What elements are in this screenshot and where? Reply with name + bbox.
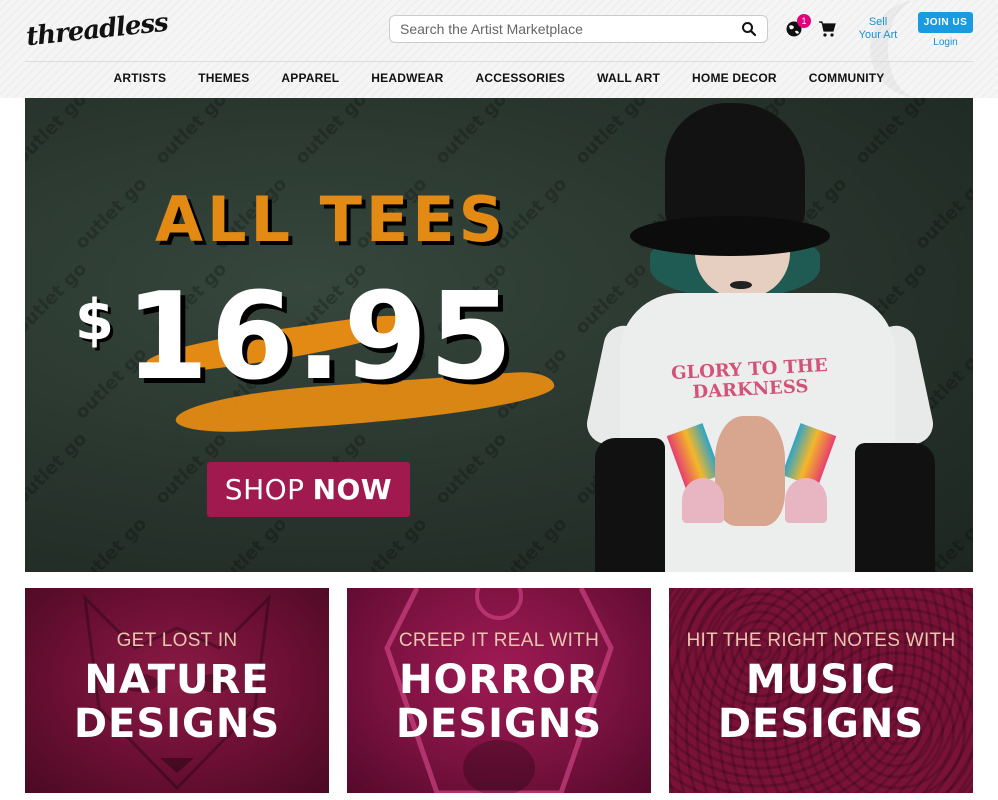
tile-title: NATURE DESIGNS (25, 658, 329, 746)
join-us-button[interactable]: JOIN US (918, 12, 973, 33)
watermark-text: outlet go (25, 98, 92, 169)
logo-text: threadless (24, 7, 170, 53)
watermark-text: outlet go (431, 98, 512, 169)
watermark-text: outlet go (491, 513, 572, 572)
tile-subtitle: GET LOST IN (116, 630, 238, 651)
leather-jacket-left (595, 438, 665, 572)
shop-now-button[interactable]: SHOP NOW (207, 462, 410, 517)
nav-item-wall-art[interactable]: WALL ART (597, 71, 660, 85)
nav-item-themes[interactable]: THEMES (198, 71, 249, 85)
nav-item-accessories[interactable]: ACCESSORIES (476, 71, 566, 85)
search-icon[interactable] (741, 21, 757, 37)
watermark-text: outlet go (211, 513, 292, 572)
your-art-label: Your Art (858, 29, 898, 41)
tile-subtitle: CREEP IT REAL WITH (398, 630, 600, 651)
hero-price: 16.95 (125, 268, 515, 407)
watermark-text: outlet go (291, 98, 372, 169)
tile-nature-designs[interactable]: GET LOST IN NATURE DESIGNS (25, 588, 329, 793)
search-input[interactable] (400, 21, 741, 37)
tile-title-line2: DESIGNS (395, 701, 603, 747)
watermark-text: outlet go (151, 98, 232, 169)
login-link[interactable]: Login (918, 37, 973, 48)
shop-now-label-light: SHOP (224, 473, 305, 506)
print-cat-illustration (715, 416, 785, 526)
hero-banner[interactable]: outlet go outlet go outlet go outlet go outl… (25, 98, 973, 572)
watermark-text: outlet go (351, 513, 432, 572)
tile-title: MUSIC DESIGNS (669, 658, 973, 746)
nav-item-home-decor[interactable]: HOME DECOR (692, 71, 777, 85)
shop-now-label-bold: NOW (312, 473, 393, 506)
tile-title-line1: MUSIC (745, 657, 897, 703)
nav-item-community[interactable]: COMMUNITY (809, 71, 885, 85)
hero-headline: ALL TEES (155, 183, 508, 256)
watermark-text: outlet go (71, 513, 152, 572)
tile-title: HORROR DESIGNS (347, 658, 651, 746)
bucket-hat-brim (630, 216, 830, 256)
sell-your-art-link[interactable]: Sell Your Art (852, 16, 904, 42)
main-nav: ARTISTS THEMES APPAREL HEADWEAR ACCESSOR… (25, 62, 973, 94)
threadless-logo[interactable]: threadless (25, 8, 169, 53)
price-currency: $ (75, 288, 114, 353)
leather-jacket-right (855, 443, 935, 572)
tile-subtitle: HIT THE RIGHT NOTES WITH (686, 630, 956, 651)
model-lips (730, 281, 752, 289)
nav-item-artists[interactable]: ARTISTS (113, 71, 166, 85)
nav-item-apparel[interactable]: APPAREL (281, 71, 339, 85)
nav-item-headwear[interactable]: HEADWEAR (371, 71, 443, 85)
print-sundae-left (682, 478, 724, 523)
tile-title-line1: NATURE (84, 657, 270, 703)
cart-icon[interactable] (818, 20, 836, 38)
tile-music-designs[interactable]: HIT THE RIGHT NOTES WITH MUSIC DESIGNS (669, 588, 973, 793)
sell-label: Sell (868, 16, 888, 28)
watermark-text: outlet go (431, 428, 512, 509)
print-sundae-right (785, 478, 827, 523)
tile-title-line2: DESIGNS (73, 701, 281, 747)
watermark-text: outlet go (71, 173, 152, 254)
notification-badge: 1 (797, 14, 811, 28)
tile-title-line1: HORROR (399, 657, 599, 703)
model-photo: GLORY TO THE DARKNESS (583, 98, 973, 572)
search-bar[interactable] (389, 15, 768, 43)
tile-horror-designs[interactable]: CREEP IT REAL WITH HORROR DESIGNS (347, 588, 651, 793)
tile-title-line2: DESIGNS (717, 701, 925, 747)
site-header: threadless 1 Sell Your Art JOIN US Login… (0, 0, 998, 98)
watermark-text: outlet go (25, 428, 92, 509)
